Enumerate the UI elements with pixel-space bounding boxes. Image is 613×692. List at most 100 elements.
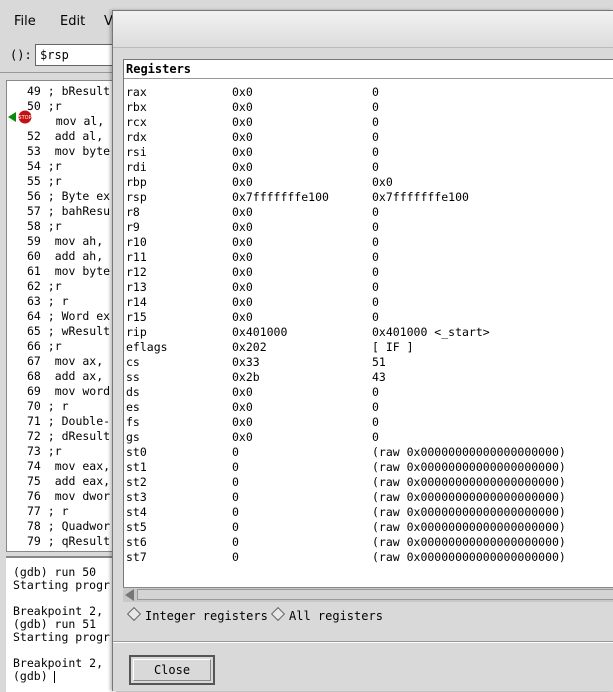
register-hex-value: 0	[232, 460, 239, 474]
register-name: st2	[126, 475, 147, 489]
console-line: Starting progr	[13, 630, 110, 644]
register-name: cs	[126, 355, 140, 369]
source-line: 53 mov byte	[27, 144, 111, 158]
horizontal-scrollbar[interactable]	[123, 587, 613, 602]
radio-integer-registers[interactable]: Integer registers	[126, 606, 268, 623]
register-natural-value: (raw 0x00000000000000000000)	[372, 535, 566, 549]
register-natural-value: 0	[372, 205, 379, 219]
dialog-titlebar[interactable]	[113, 11, 613, 48]
register-name: r14	[126, 295, 147, 309]
source-line: 70 ; r	[27, 399, 69, 413]
source-line: 79 ; qResult	[27, 534, 111, 548]
register-natural-value: 0	[372, 265, 379, 279]
source-line: 77 ; r	[27, 504, 69, 518]
register-natural-value: (raw 0x00000000000000000000)	[372, 550, 566, 564]
register-natural-value: 0	[372, 100, 379, 114]
register-hex-value: 0x0	[232, 430, 253, 444]
register-name: eflags	[126, 340, 168, 354]
register-hex-value: 0x0	[232, 145, 253, 159]
register-natural-value: (raw 0x00000000000000000000)	[372, 520, 566, 534]
register-natural-value: (raw 0x00000000000000000000)	[372, 475, 566, 489]
register-hex-value: 0	[232, 445, 239, 459]
argument-input[interactable]: $rsp	[35, 44, 115, 66]
source-line: 49 ; bResult	[27, 84, 111, 98]
source-line: 68 add ax,	[27, 369, 104, 383]
menu-edit[interactable]: Edit	[60, 14, 85, 29]
register-hex-value: 0x0	[232, 280, 253, 294]
source-line: 57 ; bahResu	[27, 204, 111, 218]
registers-panel[interactable]: Registers rax 0x0 0 rbx 0x0 0 rcx 0x0 0 rdx 0x0 0 rs…	[123, 59, 613, 599]
register-natural-value: 0	[372, 310, 379, 324]
console-line: Starting progr	[13, 578, 110, 592]
argument-label: ():	[10, 48, 32, 62]
register-hex-value: 0x0	[232, 415, 253, 429]
register-hex-value: 0x0	[232, 175, 253, 189]
menu-file[interactable]: File	[14, 14, 36, 29]
source-line: 73 ;r	[27, 444, 62, 458]
radio-diamond-icon	[126, 606, 142, 622]
register-name: rdi	[126, 160, 147, 174]
source-line: 75 add eax,	[27, 474, 111, 488]
register-natural-value: (raw 0x00000000000000000000)	[372, 490, 566, 504]
source-window[interactable]: 49 ; bResult 50 ;r mov al, 52 add al, 53 mo…	[6, 80, 118, 552]
register-natural-value: (raw 0x00000000000000000000)	[372, 445, 566, 459]
register-name: r15	[126, 310, 147, 324]
register-hex-value: 0x0	[232, 295, 253, 309]
register-name: r12	[126, 265, 147, 279]
source-line: 52 add al,	[27, 129, 104, 143]
source-line: 74 mov eax,	[27, 459, 111, 473]
register-name: r13	[126, 280, 147, 294]
register-name: es	[126, 400, 140, 414]
register-natural-value: (raw 0x00000000000000000000)	[372, 460, 566, 474]
register-name: st6	[126, 535, 147, 549]
register-name: ds	[126, 385, 140, 399]
register-name: rcx	[126, 115, 147, 129]
source-line: 66 ;r	[27, 339, 62, 353]
source-line: 65 ; wResult	[27, 324, 111, 338]
register-natural-value: 0	[372, 220, 379, 234]
source-line: 80 ;r	[27, 549, 62, 551]
register-hex-value: 0x7fffffffe100	[232, 190, 329, 204]
source-line: 60 add ah,	[27, 249, 104, 263]
source-line: 69 mov word	[27, 384, 111, 398]
register-name: st3	[126, 490, 147, 504]
register-name: r11	[126, 250, 147, 264]
register-natural-value: 0x7fffffffe100	[372, 190, 469, 204]
register-name: fs	[126, 415, 140, 429]
source-line: 61 mov byte	[27, 264, 111, 278]
register-hex-value: 0x0	[232, 265, 253, 279]
register-hex-value: 0x0	[232, 160, 253, 174]
breakpoint-stop-icon[interactable]: STOP	[8, 110, 34, 124]
source-line: 76 mov dwor	[27, 489, 111, 503]
register-hex-value: 0x0	[232, 100, 253, 114]
radio-diamond-icon	[270, 606, 286, 622]
register-hex-value: 0x0	[232, 385, 253, 399]
register-hex-value: 0x0	[232, 250, 253, 264]
source-line: 78 ; Quadwor	[27, 519, 111, 533]
register-natural-value: 0	[372, 385, 379, 399]
scrollbar-thumb[interactable]	[137, 589, 613, 600]
register-name: r9	[126, 220, 140, 234]
register-hex-value: 0x0	[232, 400, 253, 414]
source-line: 58 ;r	[27, 219, 62, 233]
close-button[interactable]: Close	[129, 655, 215, 685]
register-natural-value: 0	[372, 400, 379, 414]
register-natural-value: 0	[372, 415, 379, 429]
radio-integer-label: Integer registers	[145, 609, 268, 623]
dialog-divider	[113, 641, 613, 643]
close-button-label: Close	[153, 663, 191, 677]
register-hex-value: 0	[232, 505, 239, 519]
scroll-left-icon[interactable]	[125, 589, 134, 601]
register-hex-value: 0x0	[232, 235, 253, 249]
radio-all-label: All registers	[289, 609, 383, 623]
register-hex-value: 0	[232, 520, 239, 534]
radio-all-registers[interactable]: All registers	[270, 606, 383, 623]
source-line: 55 ;r	[27, 174, 62, 188]
source-line: 62 ;r	[27, 279, 62, 293]
gdb-console[interactable]: (gdb) run 50 Starting progr Breakpoint 2,(…	[6, 556, 116, 692]
register-hex-value: 0x2b	[232, 370, 260, 384]
register-name: st4	[126, 505, 147, 519]
register-natural-value: 43	[372, 370, 386, 384]
registers-title: Registers	[126, 62, 192, 76]
source-line: 63 ; r	[27, 294, 69, 308]
